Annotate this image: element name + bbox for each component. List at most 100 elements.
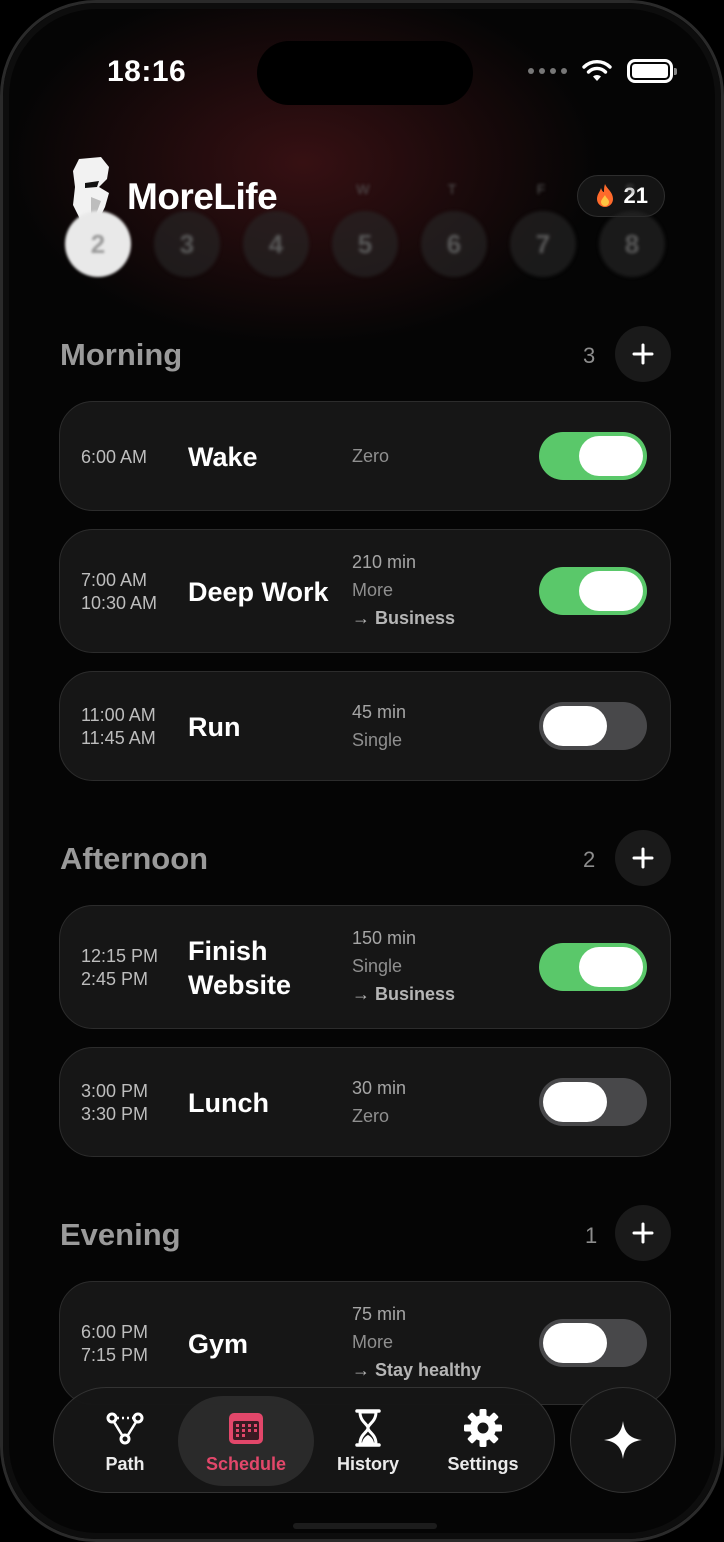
task-times: 3:00 PM 3:30 PM bbox=[81, 1080, 148, 1126]
tab-label: History bbox=[336, 1453, 399, 1474]
status-time: 18:16 bbox=[107, 55, 187, 88]
gear-icon bbox=[464, 1408, 502, 1447]
sparkle-icon bbox=[604, 1421, 642, 1459]
task-mode: Single bbox=[352, 956, 403, 976]
task-times: 12:15 PM 2:45 PM bbox=[81, 945, 158, 991]
task-card-run[interactable]: 11:00 AM 11:45 AM Run 45 min Single bbox=[59, 671, 671, 781]
section-count-evening: 1 bbox=[585, 1223, 598, 1248]
task-toggle[interactable] bbox=[539, 1319, 647, 1367]
bottom-tab-bar: Path Schedule History Settings bbox=[53, 1387, 555, 1493]
task-meta: 210 min More → Business bbox=[352, 548, 455, 632]
section-title-evening: Evening bbox=[60, 1217, 181, 1252]
cellular-dots-icon bbox=[528, 68, 567, 74]
task-times: 11:00 AM 11:45 AM bbox=[81, 704, 156, 750]
task-card-finish-website[interactable]: 12:15 PM 2:45 PM Finish Website 150 min … bbox=[59, 905, 671, 1029]
task-card-lunch[interactable]: 3:00 PM 3:30 PM Lunch 30 min Zero bbox=[59, 1047, 671, 1157]
tab-label: Schedule bbox=[205, 1453, 287, 1474]
task-card-wake[interactable]: 6:00 AM Wake Zero bbox=[59, 401, 671, 511]
plus-icon bbox=[632, 847, 654, 869]
path-icon bbox=[106, 1412, 144, 1444]
task-times: 6:00 PM 7:15 PM bbox=[81, 1321, 148, 1367]
task-start-time: 7:00 AM bbox=[81, 570, 148, 590]
tab-label: Settings bbox=[447, 1453, 519, 1474]
battery-icon bbox=[627, 59, 677, 83]
task-duration: 45 min bbox=[352, 702, 407, 722]
section-title-afternoon: Afternoon bbox=[60, 841, 209, 876]
task-name-line: Finish bbox=[188, 936, 268, 966]
task-mode: Single bbox=[352, 730, 403, 750]
day-letter: F bbox=[536, 181, 546, 197]
add-afternoon-task-button[interactable] bbox=[615, 830, 671, 886]
day-4[interactable]: 4 bbox=[243, 211, 309, 277]
section-title-morning: Morning bbox=[60, 337, 183, 372]
day-6[interactable]: 6 bbox=[421, 211, 487, 277]
day-5[interactable]: 5 bbox=[332, 211, 398, 277]
task-mode: More bbox=[352, 1332, 394, 1352]
home-indicator[interactable] bbox=[293, 1523, 437, 1529]
task-start-time: 11:00 AM bbox=[81, 705, 156, 725]
tab-path[interactable]: Path bbox=[76, 1396, 174, 1486]
task-toggle[interactable] bbox=[539, 1078, 647, 1126]
task-meta: 75 min More → Stay healthy bbox=[352, 1300, 481, 1384]
task-goal-link[interactable]: → Business bbox=[352, 980, 455, 1008]
task-name: Gym bbox=[188, 1329, 249, 1359]
task-times: 7:00 AM 10:30 AM bbox=[81, 569, 157, 615]
day-selector: W T F S 2 3 4 5 6 7 8 bbox=[63, 181, 669, 281]
tab-settings[interactable]: Settings bbox=[428, 1396, 538, 1486]
calendar-icon bbox=[229, 1412, 263, 1444]
task-name-line: Website bbox=[188, 970, 292, 1000]
day-letter: T bbox=[447, 181, 457, 197]
task-end-time: 11:45 AM bbox=[81, 728, 156, 748]
task-toggle[interactable] bbox=[539, 702, 647, 750]
day-2[interactable]: 2 bbox=[65, 211, 131, 277]
day-3[interactable]: 3 bbox=[154, 211, 220, 277]
task-duration: 150 min bbox=[352, 928, 417, 948]
task-card-deep-work[interactable]: 7:00 AM 10:30 AM Deep Work 210 min More … bbox=[59, 529, 671, 653]
task-end-time: 7:15 PM bbox=[81, 1345, 149, 1365]
task-meta: 30 min Zero bbox=[352, 1074, 406, 1130]
phone-screen: 18:16 MoreLife 21 W T F S 2 3 4 5 6 7 8 … bbox=[0, 0, 724, 1542]
ai-assistant-button[interactable] bbox=[570, 1387, 676, 1493]
task-mode: Zero bbox=[352, 1106, 390, 1126]
task-duration: 210 min bbox=[352, 552, 417, 572]
tab-label: Path bbox=[105, 1453, 145, 1474]
task-end-time: 3:30 PM bbox=[81, 1104, 149, 1124]
day-letter: S bbox=[625, 181, 635, 197]
task-start-time: 3:00 PM bbox=[81, 1081, 149, 1101]
task-meta: 45 min Single bbox=[352, 698, 406, 754]
day-8[interactable]: 8 bbox=[599, 211, 665, 277]
task-name: Finish Website bbox=[188, 934, 291, 1002]
plus-icon bbox=[632, 343, 654, 365]
task-name: Lunch bbox=[188, 1088, 269, 1118]
task-name: Run bbox=[188, 712, 241, 742]
task-toggle[interactable] bbox=[539, 943, 647, 991]
task-meta: 150 min Single → Business bbox=[352, 924, 455, 1008]
section-count-morning: 3 bbox=[583, 343, 596, 368]
plus-icon bbox=[632, 1222, 654, 1244]
task-mode: Zero bbox=[352, 446, 390, 466]
task-mode: More bbox=[352, 580, 394, 600]
status-icons bbox=[528, 59, 677, 83]
task-end-time: 10:30 AM bbox=[81, 593, 158, 613]
task-end-time: 2:45 PM bbox=[81, 969, 149, 989]
task-start-time: 6:00 AM bbox=[81, 447, 148, 467]
task-start-time: 12:15 PM bbox=[81, 946, 159, 966]
dynamic-island bbox=[257, 41, 473, 105]
task-goal-link[interactable]: → Business bbox=[352, 604, 455, 632]
hourglass-icon bbox=[355, 1408, 381, 1447]
task-toggle[interactable] bbox=[539, 432, 647, 480]
task-toggle[interactable] bbox=[539, 567, 647, 615]
task-goal-link[interactable]: → Stay healthy bbox=[352, 1356, 481, 1384]
add-evening-task-button[interactable] bbox=[615, 1205, 671, 1261]
task-start-time: 6:00 PM bbox=[81, 1322, 149, 1342]
task-duration: 30 min bbox=[352, 1078, 407, 1098]
tab-schedule[interactable]: Schedule bbox=[178, 1396, 314, 1486]
task-name: Wake bbox=[188, 442, 258, 472]
add-morning-task-button[interactable] bbox=[615, 326, 671, 382]
tab-history[interactable]: History bbox=[318, 1396, 418, 1486]
day-7[interactable]: 7 bbox=[510, 211, 576, 277]
task-duration: 75 min bbox=[352, 1304, 407, 1324]
day-letter: W bbox=[356, 181, 370, 197]
section-count-afternoon: 2 bbox=[583, 847, 596, 872]
task-name: Deep Work bbox=[188, 577, 329, 607]
